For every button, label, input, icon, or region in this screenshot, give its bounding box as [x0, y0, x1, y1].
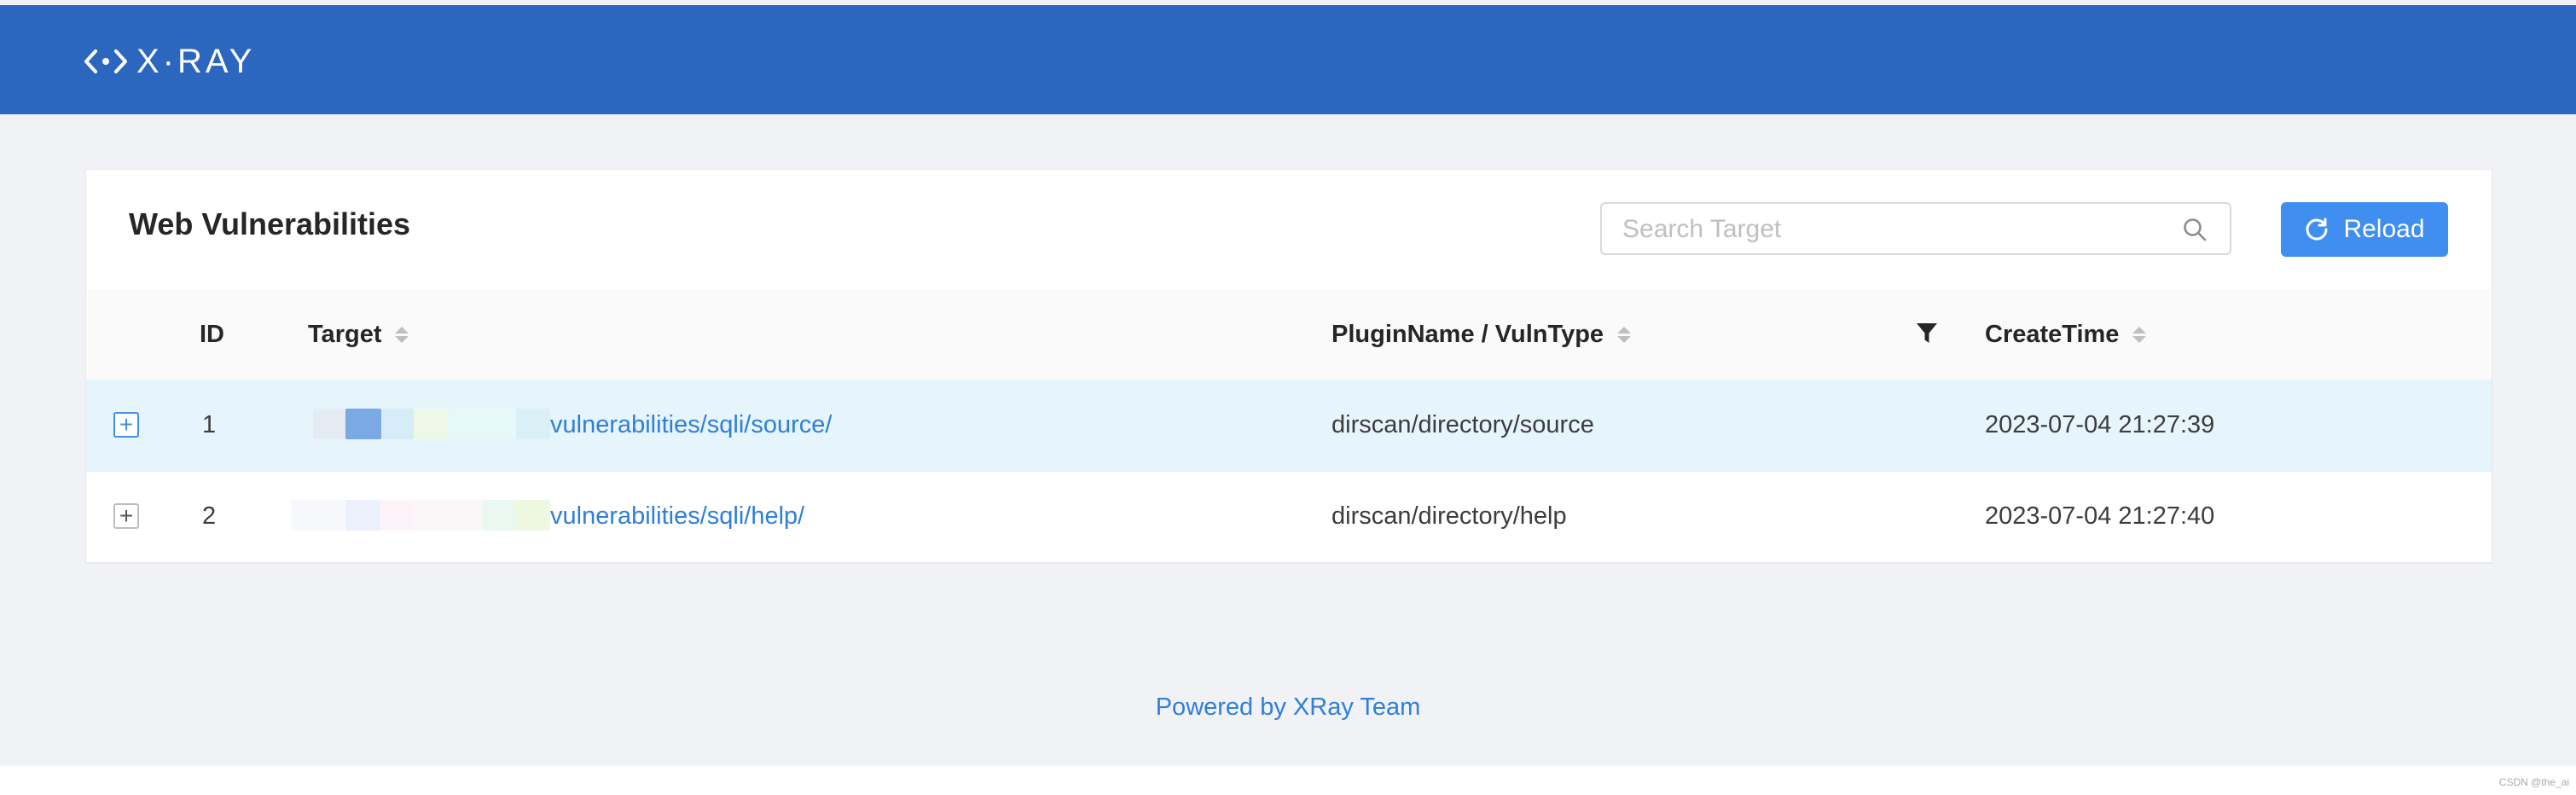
create-time: 2023-07-04 21:27:40	[1985, 502, 2215, 530]
app-header: X·RAY	[0, 5, 2576, 114]
page-title: Web Vulnerabilities	[129, 206, 411, 241]
row-id: 2	[202, 502, 217, 530]
redacted-host	[414, 500, 482, 531]
redacted-host	[345, 500, 380, 531]
create-time: 2023-07-04 21:27:39	[1985, 411, 2215, 438]
search-input[interactable]	[1621, 204, 2170, 255]
vulnerabilities-card: Web Vulnerabilities Reload ID Target Plu…	[85, 169, 2492, 564]
sort-icon[interactable]	[1617, 326, 1632, 343]
sort-icon[interactable]	[395, 326, 409, 343]
redacted-host	[516, 409, 550, 439]
table-row[interactable]: + 2 vulnerabilities/sqli/help/ dirscan/d…	[86, 471, 2492, 563]
column-header-plugin[interactable]: PluginName / VulnType	[1332, 289, 1632, 380]
watermark: CSDN @the_ai	[2498, 776, 2569, 788]
search-icon[interactable]	[2182, 217, 2208, 242]
sort-icon[interactable]	[2132, 326, 2147, 343]
table-header: ID Target PluginName / VulnType CreateTi…	[86, 289, 2492, 380]
redacted-host	[414, 409, 448, 439]
search-box	[1600, 202, 2231, 255]
redacted-host	[380, 500, 414, 531]
redacted-host	[291, 500, 345, 531]
expand-row-icon[interactable]: +	[113, 503, 139, 529]
expand-row-icon[interactable]: +	[113, 412, 139, 438]
column-header-id: ID	[200, 320, 224, 348]
column-header-target[interactable]: Target	[308, 289, 409, 380]
footer-credit-link[interactable]: Powered by XRay Team	[0, 693, 2576, 722]
brand-name: X·RAY	[136, 42, 256, 80]
redacted-host	[313, 409, 345, 439]
reload-label: Reload	[2343, 215, 2425, 243]
target-link[interactable]: vulnerabilities/sqli/source/	[550, 380, 832, 471]
redacted-host	[482, 500, 516, 531]
filter-icon[interactable]	[1915, 321, 1939, 346]
redacted-host	[448, 409, 516, 439]
row-id: 1	[202, 411, 217, 438]
redacted-host	[345, 409, 381, 439]
redacted-host	[516, 500, 550, 531]
reload-button[interactable]: Reload	[2281, 202, 2448, 257]
plugin-name: dirscan/directory/source	[1332, 411, 1594, 438]
reload-icon	[2306, 218, 2328, 241]
code-brackets-icon	[84, 49, 127, 73]
plugin-name: dirscan/directory/help	[1332, 502, 1567, 530]
brand-logo[interactable]: X·RAY	[84, 38, 255, 85]
redacted-host	[381, 409, 414, 439]
column-header-create-time[interactable]: CreateTime	[1985, 289, 2147, 380]
table-row[interactable]: + 1 vulnerabilities/sqli/source/ dirscan…	[86, 380, 2492, 472]
target-link[interactable]: vulnerabilities/sqli/help/	[550, 471, 804, 562]
